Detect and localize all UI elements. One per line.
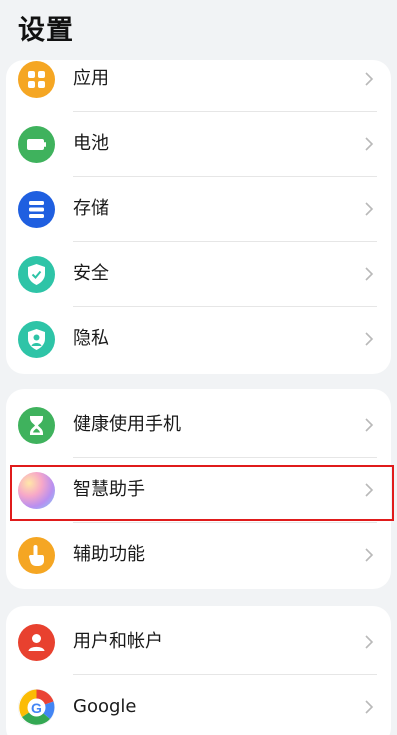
settings-item-digital-balance[interactable]: 健康使用手机 [6, 393, 391, 458]
page-title: 设置 [18, 15, 74, 46]
settings-item-privacy[interactable]: 隐私 [6, 307, 391, 372]
settings-item-users-accounts[interactable]: 用户和帐户 [6, 610, 391, 675]
chevron-right-icon [365, 72, 374, 86]
chevron-right-icon [365, 418, 374, 432]
settings-group-1: 应用 电池 存储 安全 隐私 [6, 60, 391, 374]
privacy-icon [18, 321, 55, 358]
settings-item-storage[interactable]: 存储 [6, 177, 391, 242]
settings-item-label: 应用 [73, 68, 109, 89]
settings-item-security[interactable]: 安全 [6, 242, 391, 307]
hourglass-icon [18, 407, 55, 444]
highlight-box [10, 465, 394, 521]
chevron-right-icon [365, 137, 374, 151]
settings-item-battery[interactable]: 电池 [6, 112, 391, 177]
settings-item-label: 用户和帐户 [73, 631, 163, 652]
settings-item-label: 电池 [73, 133, 109, 154]
battery-icon [18, 126, 55, 163]
settings-item-label: 存储 [73, 198, 109, 219]
svg-text:G: G [31, 700, 42, 716]
google-icon: G [18, 689, 55, 726]
settings-item-accessibility[interactable]: 辅助功能 [6, 523, 391, 588]
chevron-right-icon [365, 202, 374, 216]
settings-item-label: 隐私 [73, 328, 109, 349]
settings-item-label: 安全 [73, 263, 109, 284]
apps-icon [18, 61, 55, 98]
chevron-right-icon [365, 635, 374, 649]
user-icon [18, 624, 55, 661]
settings-page: 设置 应用 电池 存储 安全 隐私 健康使用手机 智慧助手 辅助功能 用户和帐户… [0, 0, 397, 735]
settings-item-label: 健康使用手机 [73, 414, 181, 435]
settings-item-label: Google [73, 696, 137, 717]
chevron-right-icon [365, 332, 374, 346]
settings-item-label: 辅助功能 [73, 544, 145, 565]
chevron-right-icon [365, 267, 374, 281]
storage-icon [18, 191, 55, 228]
chevron-right-icon [365, 548, 374, 562]
settings-group-3: 用户和帐户 G Google [6, 606, 391, 735]
settings-item-apps[interactable]: 应用 [6, 47, 391, 112]
chevron-right-icon [365, 700, 374, 714]
settings-item-google[interactable]: G Google [6, 675, 391, 735]
hand-pointer-icon [18, 537, 55, 574]
shield-check-icon [18, 256, 55, 293]
